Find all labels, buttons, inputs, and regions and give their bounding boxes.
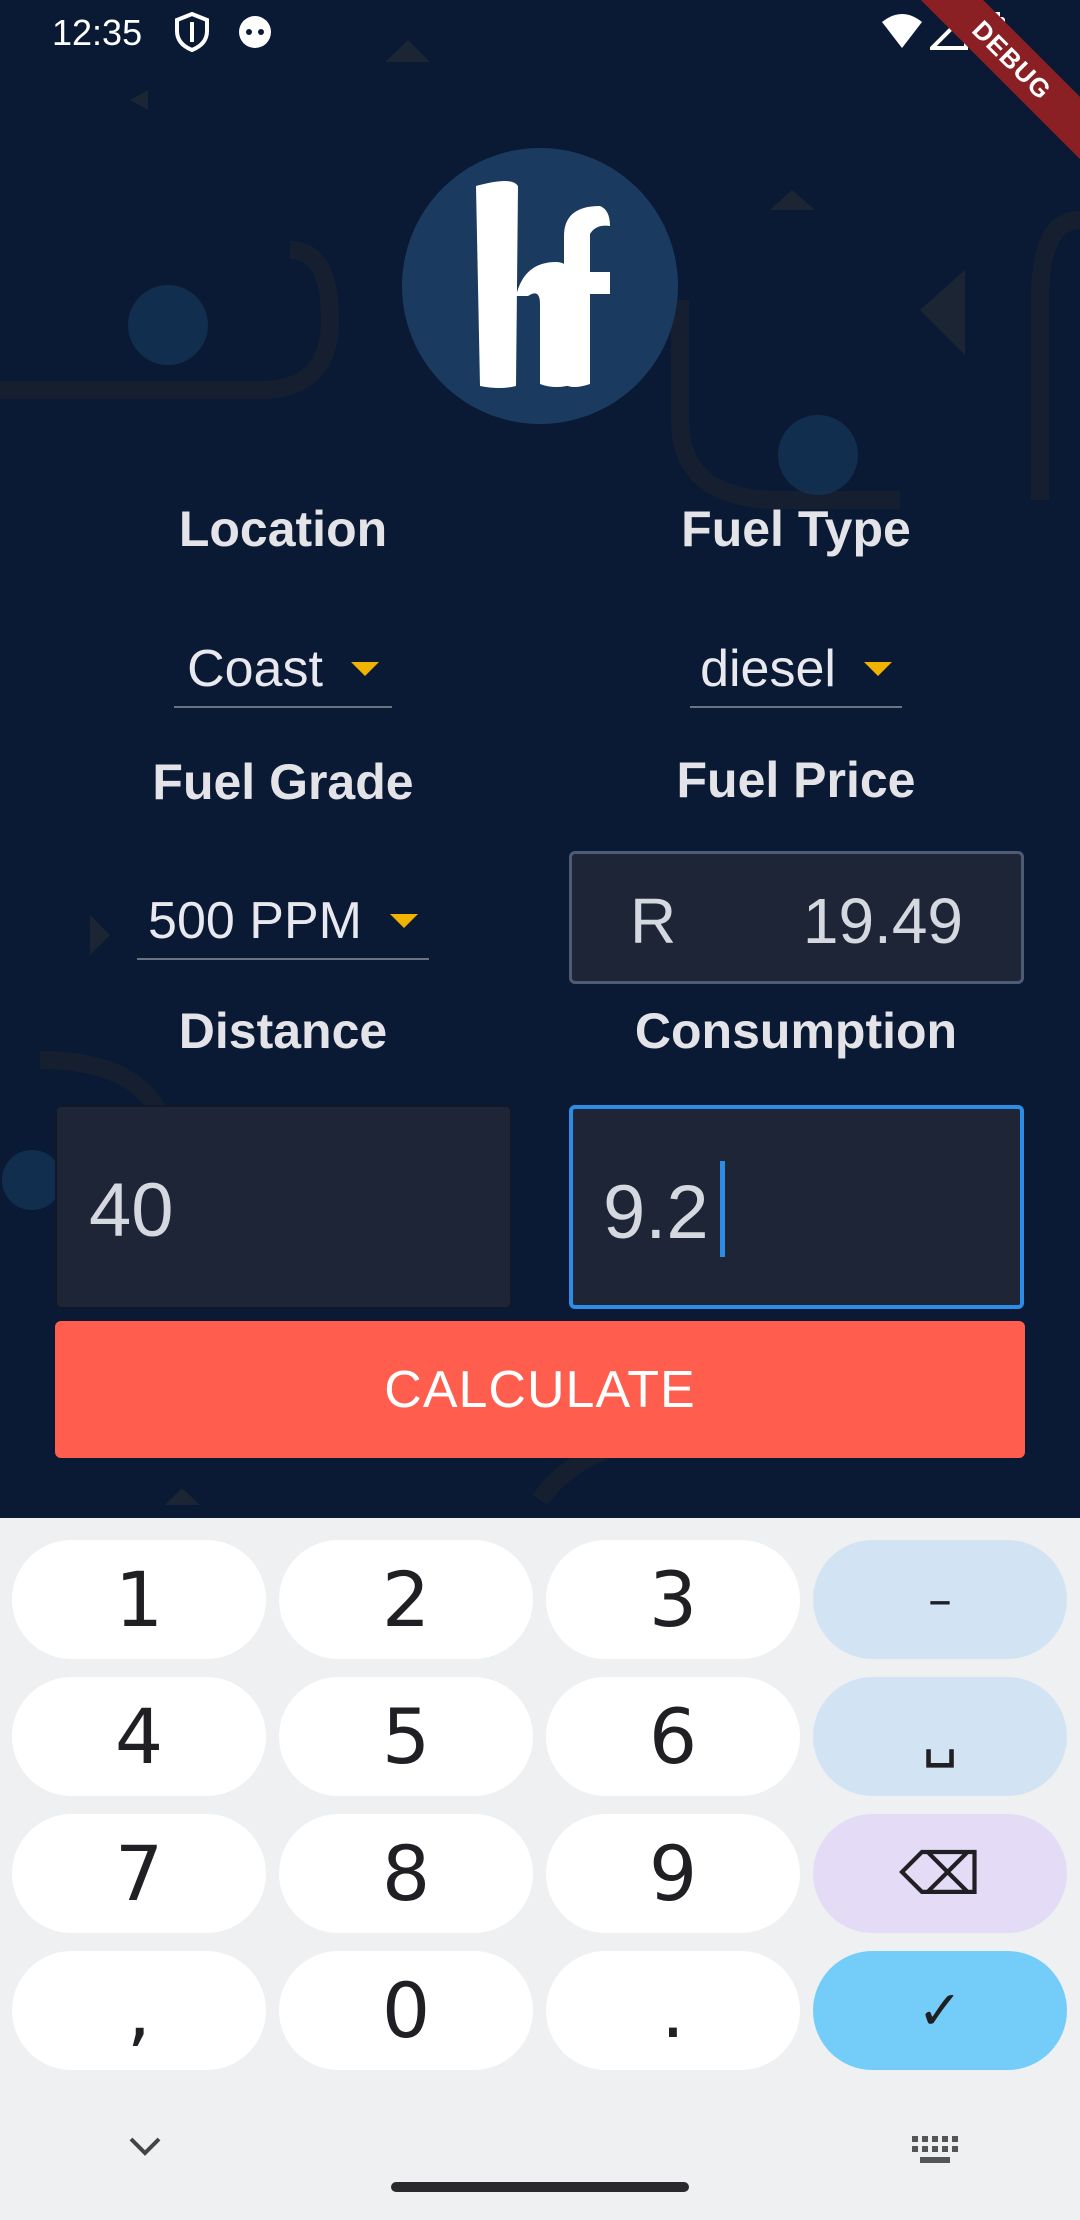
key-9[interactable]: 9 [546, 1814, 800, 1933]
key-2[interactable]: 2 [279, 1540, 533, 1659]
key-3[interactable]: 3 [546, 1540, 800, 1659]
status-bar: 12:35 [0, 0, 1080, 64]
distance-value: 40 [89, 1168, 174, 1253]
consumption-label: Consumption [634, 1003, 958, 1059]
chevron-down-icon[interactable] [128, 2136, 162, 2161]
key-1[interactable]: 1 [12, 1540, 266, 1659]
key-period[interactable]: . [546, 1951, 800, 2070]
dropdown-arrow-icon [863, 662, 892, 676]
key-space[interactable]: ␣ [813, 1677, 1067, 1796]
fuel-grade-dropdown[interactable]: 500 PPM [137, 884, 429, 960]
location-value: Coast [187, 640, 323, 698]
key-6[interactable]: 6 [546, 1677, 800, 1796]
app-logo: hf [402, 148, 678, 424]
key-4[interactable]: 4 [12, 1677, 266, 1796]
consumption-value: 9.2 [603, 1170, 709, 1255]
key-done[interactable]: ✓ [813, 1951, 1067, 2070]
fuel-price-value: 19.49 [802, 885, 963, 957]
fuel-type-dropdown[interactable]: diesel [690, 632, 902, 708]
distance-input[interactable]: 40 [55, 1105, 512, 1309]
fuel-price-label: Fuel Price [676, 752, 916, 808]
android-debug-icon [236, 12, 274, 59]
text-cursor [720, 1161, 725, 1257]
status-time: 12:35 [52, 12, 143, 53]
key-minus[interactable]: – [813, 1540, 1067, 1659]
gesture-nav-handle[interactable] [391, 2182, 689, 2192]
consumption-input[interactable]: 9.2 [569, 1105, 1024, 1309]
numeric-keyboard: 1 2 3 – 4 5 6 ␣ 7 8 9 ⌫ , 0 . ✓ [0, 1518, 1080, 2220]
key-backspace[interactable]: ⌫ [813, 1814, 1067, 1933]
key-5[interactable]: 5 [279, 1677, 533, 1796]
dropdown-arrow-icon [389, 914, 418, 928]
location-label: Location [178, 501, 388, 557]
distance-label: Distance [178, 1003, 388, 1059]
fuel-grade-label: Fuel Grade [152, 754, 414, 810]
location-dropdown[interactable]: Coast [174, 632, 392, 708]
key-7[interactable]: 7 [12, 1814, 266, 1933]
logo-text: hf [460, 176, 462, 177]
currency-prefix: R [630, 885, 677, 957]
calculate-button[interactable]: CALCULATE [55, 1321, 1025, 1458]
fuel-price-field: R 19.49 [569, 851, 1024, 984]
shield-icon [174, 11, 210, 61]
key-comma[interactable]: , [12, 1951, 266, 2070]
keyboard-switch-icon[interactable] [912, 2136, 958, 2169]
fuel-type-label: Fuel Type [681, 501, 911, 557]
dropdown-arrow-icon [350, 662, 379, 676]
key-8[interactable]: 8 [279, 1814, 533, 1933]
fuel-type-value: diesel [700, 640, 836, 698]
wifi-icon [880, 12, 924, 59]
fuel-grade-value: 500 PPM [148, 892, 362, 950]
key-0[interactable]: 0 [279, 1951, 533, 2070]
